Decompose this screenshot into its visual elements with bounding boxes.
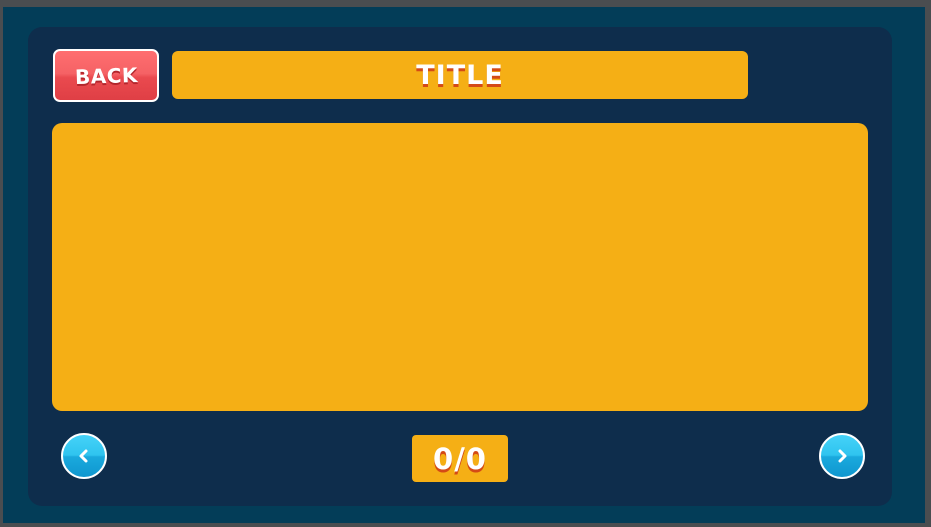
chevron-left-icon <box>76 448 92 464</box>
back-button-label: BACK <box>74 62 138 89</box>
chevron-right-icon <box>834 448 850 464</box>
page-title: TITLE <box>416 59 504 91</box>
content-area <box>52 123 868 411</box>
page-counter-text: 0/0 <box>433 441 487 476</box>
back-button[interactable]: BACK <box>53 49 159 102</box>
game-screen: BACK TITLE 0/0 <box>3 7 925 523</box>
main-panel: BACK TITLE 0/0 <box>28 27 892 506</box>
page-counter: 0/0 <box>412 435 508 482</box>
title-bar: TITLE <box>172 51 748 99</box>
next-page-button[interactable] <box>819 433 865 479</box>
prev-page-button[interactable] <box>61 433 107 479</box>
